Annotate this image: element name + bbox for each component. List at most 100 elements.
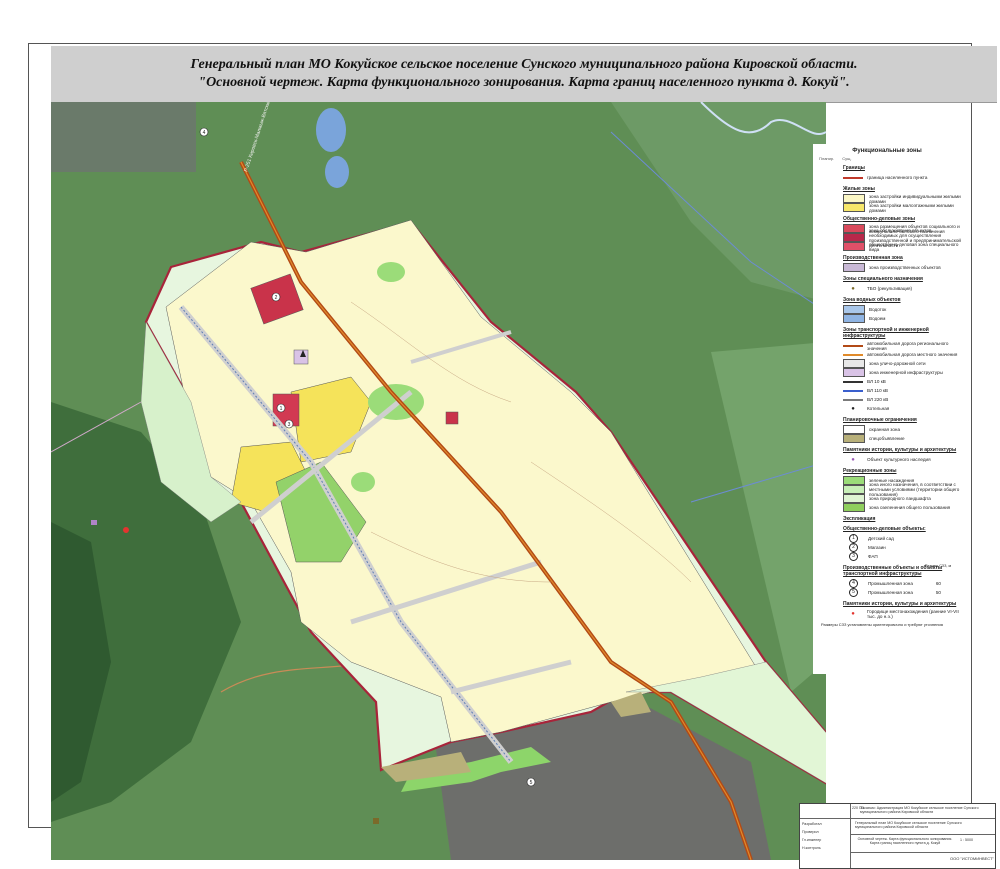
marker-2[interactable]: 2 <box>271 292 281 302</box>
legend-section-heading: Планировочные ограничения <box>843 417 917 423</box>
legend-swatch <box>843 242 865 251</box>
stamp-code: 220 ГП <box>852 806 864 810</box>
legend-section-heading: Экспликация <box>843 516 876 522</box>
legend-item: 4 Промышленная зона 60 <box>843 579 961 588</box>
stamp-line-3: Основной чертеж. Карта функционального з… <box>857 837 953 845</box>
legend-item-label: ВЛ 110 кВ <box>867 388 888 393</box>
stamp-line-1: Заказчик: Администрация МО Кокуйское сел… <box>860 806 979 814</box>
legend-symbol-icon: ● <box>851 405 855 412</box>
legend-item: Водоток <box>843 305 961 314</box>
title-line-1: Генеральный план МО Кокуйское сельское п… <box>190 57 858 72</box>
legend-item-label: зона уличо-дорожной сети <box>869 361 926 366</box>
legend-number-icon: 5 <box>849 588 858 597</box>
legend-item: зона производственных объектов <box>843 263 961 272</box>
legend-swatch <box>843 359 865 368</box>
legend-swatch <box>843 194 865 203</box>
legend-item-label: зона застройки малоэтажными жилыми домам… <box>869 202 954 213</box>
legend-item-label: Промышленная зона <box>868 581 913 586</box>
stamp-scale: 1 : 5000 <box>960 838 973 842</box>
legend-item: ● Городище местонахождения (ранние VI-VII… <box>843 608 961 619</box>
legend-swatch <box>843 233 865 242</box>
legend-column-headers: Планир. Сущ. <box>819 156 961 161</box>
legend-item: 3 ФАП <box>843 552 961 561</box>
legend-item: зона инженерной инфраструктуры <box>843 368 961 377</box>
drawing-sheet: Генеральный план МО Кокуйское сельское п… <box>28 43 997 869</box>
legend-section-heading: Памятники истории, культуры и архитектур… <box>843 447 957 453</box>
legend-item-label: общественно-деловая зона специального ви… <box>869 241 959 252</box>
legend-symbol-icon: ● <box>851 456 855 463</box>
legend-col-existing: Сущ. <box>842 156 852 161</box>
legend-item-label: Объект культурного наследия <box>867 457 931 462</box>
marker-4[interactable]: 4 <box>199 127 209 137</box>
marker-1[interactable]: 1 <box>276 403 286 413</box>
legend-item: зона озеленения общего пользования <box>843 503 961 512</box>
legend-section-heading: Производственная зона <box>843 255 903 261</box>
legend-section-heading: Рекреационные зоны <box>843 468 897 474</box>
marker-1-label: 1 <box>280 406 283 412</box>
legend-item-label: ВЛ 10 кВ <box>867 379 886 384</box>
legend-item: 5 Промышленная зона 50 <box>843 588 961 597</box>
legend-line-swatch <box>843 380 863 383</box>
legend-item: 2 Магазин <box>843 543 961 552</box>
legend-item-label: Промышленная зона <box>868 590 913 595</box>
legend-section-heading: Жилые зоны <box>843 186 875 192</box>
legend-item: ● Котельная <box>843 404 961 413</box>
legend-number-icon: 3 <box>849 552 858 561</box>
map-svg: Р-251 Кировск-Малмыж-Вятские Поляны 1 2 … <box>51 102 826 860</box>
legend-number-icon: 1 <box>849 534 858 543</box>
legend-section-heading: Общественно-деловые зоны <box>843 216 916 222</box>
legend-item: Водоем <box>843 314 961 323</box>
legend-swatch <box>843 503 865 512</box>
legend-item-label: зона природного ландшафта <box>869 496 931 501</box>
legend-swatch <box>843 485 865 494</box>
zone-public-road <box>445 411 459 425</box>
title-line-2: "Основной чертеж. Карта функционального … <box>198 75 850 90</box>
legend-item-label: зона иного назначения, в соответствии с … <box>869 482 960 497</box>
marker-5[interactable]: 5 <box>526 777 536 787</box>
legend-item-label: Городище местонахождения (ранние VI-VII … <box>867 608 959 619</box>
stamp-row-1: Проверил <box>802 830 819 834</box>
map-canvas[interactable]: Р-251 Кировск-Малмыж-Вятские Поляны 1 2 … <box>51 102 826 860</box>
legend-item-szz: 50 <box>935 590 941 595</box>
legend-item: ВЛ 220 кВ <box>843 395 961 404</box>
legend-section-heading: Зоны транспортной и инженерной инфрастру… <box>843 327 929 339</box>
legend-item-label: зона инженерной инфраструктуры <box>869 370 943 375</box>
legend-item-label: ВЛ 220 кВ <box>867 397 889 402</box>
legend-swatch <box>843 425 865 434</box>
marker-2-label: 2 <box>275 295 278 301</box>
legend-title: Функциональные зоны <box>852 148 922 154</box>
title-stamp: Заказчик: Администрация МО Кокуйское сел… <box>799 803 996 869</box>
stamp-row-2: Гл.инженер <box>802 838 822 842</box>
legend-item: общественно-деловая зона специального ви… <box>843 241 961 252</box>
legend-item: ВЛ 10 кВ <box>843 377 961 386</box>
legend-swatch <box>843 314 865 323</box>
title-block: Генеральный план МО Кокуйское сельское п… <box>51 46 997 103</box>
legend-item-label: зона производственных объектов <box>869 265 941 270</box>
stamp-line-2: Генеральный план МО Кокуйское сельское п… <box>855 821 962 829</box>
legend-item: зона уличо-дорожной сети <box>843 359 961 368</box>
legend-section-heading: Зоны специального назначения <box>843 276 923 282</box>
legend-item-label: ТБО (рекультивация) <box>867 286 913 291</box>
legend-item-label: автомобильная дорога местного значения <box>867 352 958 357</box>
legend-section-heading: Зона водных объектов <box>843 297 901 303</box>
legend-number-icon: 4 <box>849 579 858 588</box>
legend-item: спецобъявление <box>843 434 961 443</box>
legend-item-szz: 60 <box>935 581 941 586</box>
legend-item-label: ФАП <box>868 554 878 559</box>
legend-symbol-icon: ● <box>851 610 855 617</box>
legend-item-label: автомобильная дорога регионального значе… <box>867 340 949 351</box>
legend-swatch <box>843 434 865 443</box>
marker-3[interactable]: 3 <box>284 419 294 429</box>
legend-swatch <box>843 224 865 233</box>
pond-south <box>325 156 349 188</box>
legend-item: зона застройки малоэтажными жилыми домам… <box>843 202 961 213</box>
legend-section-heading: Памятники истории, культуры и архитектур… <box>843 601 957 607</box>
legend-footnote: Размеры СЗЗ установлены ориентировочно и… <box>821 622 943 627</box>
legend-line-swatch <box>843 389 863 392</box>
legend-item: автомобильная дорога местного значения <box>843 350 961 359</box>
stamp-row-3: Н.контроль <box>802 846 821 850</box>
legend-item-label: зона озеленения общего пользования <box>869 505 951 510</box>
legend-swatch <box>843 305 865 314</box>
marker-3-label: 3 <box>288 422 291 428</box>
legend-item: 1 Детский сад <box>843 534 961 543</box>
